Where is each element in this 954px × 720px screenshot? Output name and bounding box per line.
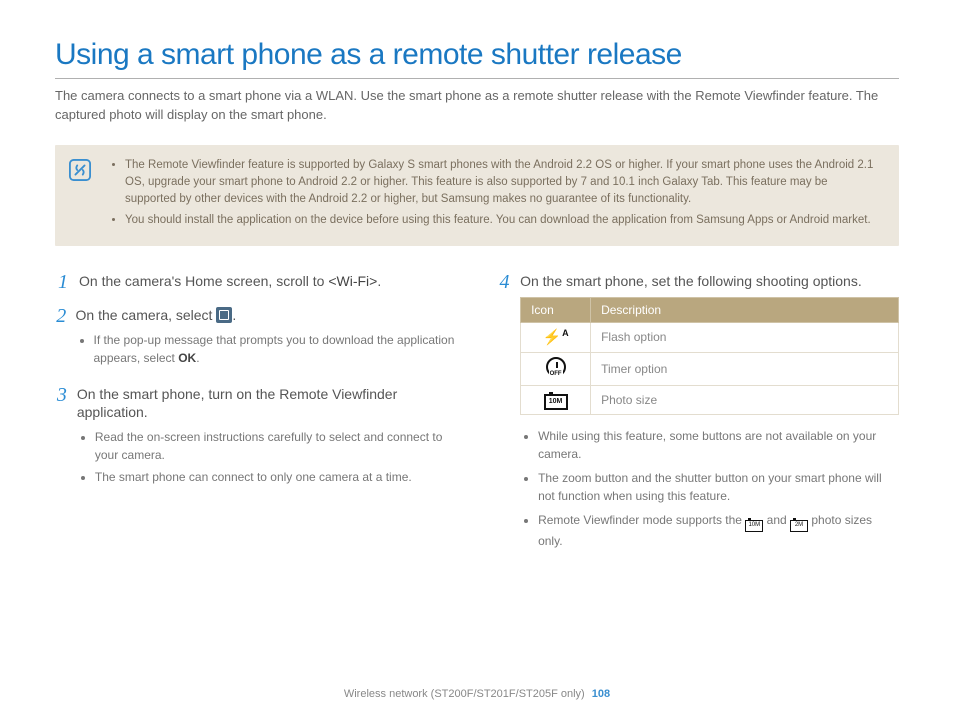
table-row: ⚡A Flash option: [521, 322, 899, 352]
list-item: The zoom button and the shutter button o…: [538, 469, 899, 505]
table-row: 10M Photo size: [521, 386, 899, 415]
note-icon: [69, 159, 91, 181]
step-text: On the camera's Home screen, scroll to <…: [79, 272, 381, 292]
th-icon: Icon: [521, 297, 591, 322]
step-sublist: If the pop-up message that prompts you t…: [94, 331, 458, 367]
title-rule: [55, 78, 899, 79]
list-item: While using this feature, some buttons a…: [538, 427, 899, 463]
step-text: On the camera, select . If the pop-up me…: [76, 306, 458, 371]
text: .: [377, 273, 381, 289]
step-sublist: Read the on-screen instructions carefull…: [95, 428, 457, 486]
page-title: Using a smart phone as a remote shutter …: [55, 38, 899, 72]
right-column: 4 On the smart phone, set the following …: [497, 272, 899, 571]
wifi-ref: <Wi-Fi>: [328, 273, 377, 289]
page-footer: Wireless network (ST200F/ST201F/ST205F o…: [0, 688, 954, 700]
desc-cell: Timer option: [591, 353, 899, 386]
sub-item: Read the on-screen instructions carefull…: [95, 428, 457, 464]
note-item: You should install the application on th…: [125, 212, 881, 229]
text: On the smart phone, turn on the Remote V…: [77, 386, 397, 421]
text: On the camera, select: [76, 307, 217, 323]
footer-section: Wireless network (ST200F/ST201F/ST205F o…: [344, 688, 585, 700]
ok-label: OK: [178, 351, 196, 365]
photo-size-icon: 10M: [544, 394, 568, 410]
note-box: The Remote Viewfinder feature is support…: [55, 145, 899, 246]
step-4: 4 On the smart phone, set the following …: [497, 272, 899, 557]
left-column: 1 On the camera's Home screen, scroll to…: [55, 272, 457, 571]
step-number: 1: [55, 272, 71, 292]
text: Remote Viewfinder mode supports the: [538, 513, 745, 527]
step-number: 2: [55, 306, 68, 371]
content-columns: 1 On the camera's Home screen, scroll to…: [55, 272, 899, 571]
post-notes: While using this feature, some buttons a…: [538, 427, 899, 550]
text: On the camera's Home screen, scroll to: [79, 273, 328, 289]
step-text: On the smart phone, set the following sh…: [520, 272, 899, 557]
options-table: Icon Description ⚡A Flash option Timer o…: [520, 297, 899, 416]
list-item: Remote Viewfinder mode supports the 10M …: [538, 511, 899, 550]
sub-item: If the pop-up message that prompts you t…: [94, 331, 458, 367]
size-10m-icon: 10M: [745, 520, 763, 532]
text: .: [196, 351, 199, 365]
step-2: 2 On the camera, select . If the pop-up …: [55, 306, 457, 371]
desc-cell: Flash option: [591, 322, 899, 352]
timer-icon: [546, 357, 566, 377]
step-number: 3: [55, 385, 69, 491]
text: and: [763, 513, 790, 527]
remote-viewfinder-icon: [216, 307, 232, 323]
step-3: 3 On the smart phone, turn on the Remote…: [55, 385, 457, 491]
icon-cell: 10M: [521, 386, 591, 415]
note-list: The Remote Viewfinder feature is support…: [125, 157, 881, 234]
sub-item: The smart phone can connect to only one …: [95, 468, 457, 486]
table-row: Timer option: [521, 353, 899, 386]
size-2m-icon: 2M: [790, 520, 808, 532]
icon-cell: [521, 353, 591, 386]
desc-cell: Photo size: [591, 386, 899, 415]
icon-cell: ⚡A: [521, 322, 591, 352]
step-1: 1 On the camera's Home screen, scroll to…: [55, 272, 457, 292]
flash-icon: ⚡A: [542, 329, 568, 346]
th-desc: Description: [591, 297, 899, 322]
note-item: The Remote Viewfinder feature is support…: [125, 157, 881, 209]
document-page: Using a smart phone as a remote shutter …: [0, 0, 954, 720]
page-number: 108: [592, 688, 610, 700]
table-header-row: Icon Description: [521, 297, 899, 322]
step-number: 4: [497, 272, 512, 557]
text: On the smart phone, set the following sh…: [520, 273, 862, 289]
intro-text: The camera connects to a smart phone via…: [55, 87, 899, 125]
text: If the pop-up message that prompts you t…: [94, 333, 455, 365]
text: .: [232, 307, 236, 323]
step-text: On the smart phone, turn on the Remote V…: [77, 385, 457, 491]
